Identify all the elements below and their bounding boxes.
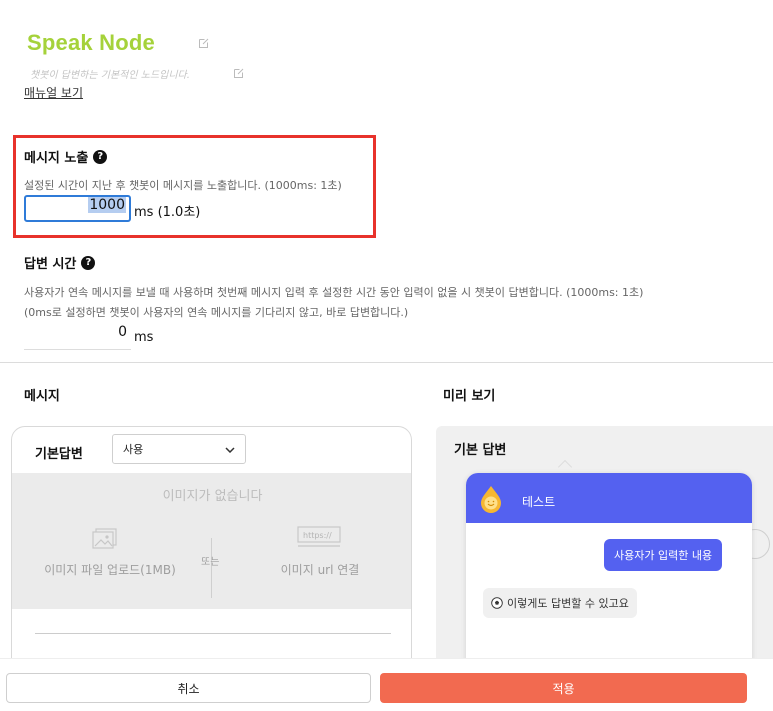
footer-bar: 취소 적용: [0, 658, 773, 711]
link-url-icon: https://: [297, 526, 341, 552]
edit-title-icon[interactable]: [198, 37, 210, 49]
message-card: 기본답변 사용 이미지가 없습니다 이미지 파일 업로드(1MB) 또는 htt…: [11, 426, 412, 676]
bot-message-text: 이렇게도 답변할 수 있고요: [507, 597, 629, 610]
preview-heading: 미리 보기: [443, 389, 496, 404]
answer-wait-unit: ms: [134, 330, 154, 345]
answer-wait-heading: 답변 시간 ?: [24, 253, 96, 272]
chevron-down-icon: [225, 443, 235, 456]
image-icon: [92, 528, 118, 554]
message-heading: 메시지: [24, 389, 60, 404]
node-subtitle: 챗봇이 답변하는 기본적인 노드입니다.: [30, 70, 190, 81]
display-delay-description: 설정된 시간이 지난 후 챗봇이 메시지를 노출합니다. (1000ms: 1초…: [24, 179, 342, 192]
usage-select[interactable]: 사용: [112, 434, 246, 464]
usage-select-value: 사용: [123, 443, 144, 456]
display-delay-unit: ms (1.0초): [134, 205, 201, 220]
bot-message-bubble: 이렇게도 답변할 수 있고요: [483, 588, 637, 618]
image-drop-area[interactable]: 이미지가 없습니다 이미지 파일 업로드(1MB) 또는 https:// 이미…: [12, 473, 411, 609]
upload-image-option[interactable]: 이미지 파일 업로드(1MB): [30, 561, 190, 578]
section-divider: [0, 362, 773, 363]
question-circle-icon[interactable]: ?: [93, 149, 108, 164]
answer-wait-description-1: 사용자가 연속 메시지를 보낼 때 사용하며 첫번째 메시지 입력 후 설정한 …: [24, 286, 644, 299]
display-delay-input[interactable]: 1000: [24, 195, 131, 222]
or-text: 또는: [201, 557, 220, 568]
question-circle-icon[interactable]: ?: [81, 255, 96, 270]
preview-panel: 기본 답변 테스트 사용자가 입력한 내용 이렇게도 답변할 수 있고요: [436, 426, 773, 676]
display-delay-heading: 메시지 노출 ?: [24, 147, 108, 166]
answer-wait-description-2: (0ms로 설정하면 챗봇이 사용자의 연속 메시지를 기다리지 않고, 바로 …: [24, 306, 409, 319]
answer-wait-input[interactable]: 0: [24, 324, 131, 350]
apply-button[interactable]: 적용: [380, 673, 747, 703]
answer-wait-value: 0: [118, 324, 127, 340]
no-image-text: 이미지가 없습니다: [162, 489, 263, 504]
card-divider: [35, 633, 391, 634]
display-delay-label: 메시지 노출: [24, 151, 89, 166]
url-badge-text: https://: [303, 531, 332, 540]
user-message-bubble: 사용자가 입력한 내용: [604, 539, 723, 571]
image-url-option[interactable]: 이미지 url 연결: [260, 561, 380, 578]
manual-link[interactable]: 매뉴얼 보기: [24, 84, 83, 101]
caret-up-icon: [557, 459, 573, 475]
default-answer-label: 기본답변: [35, 447, 83, 462]
bot-avatar-icon: [478, 485, 504, 513]
chat-header: 테스트: [466, 473, 752, 523]
display-delay-value: 1000: [88, 197, 126, 213]
edit-subtitle-icon[interactable]: [233, 67, 245, 79]
bot-name: 테스트: [522, 495, 556, 509]
cancel-button[interactable]: 취소: [6, 673, 371, 703]
node-title: Speak Node: [27, 30, 155, 55]
soccer-ball-icon: [491, 597, 503, 609]
chat-window: 테스트 사용자가 입력한 내용 이렇게도 답변할 수 있고요: [466, 473, 752, 676]
option-separator: [211, 538, 212, 598]
preview-card-label: 기본 답변: [454, 443, 507, 458]
answer-wait-label: 답변 시간: [24, 257, 77, 272]
